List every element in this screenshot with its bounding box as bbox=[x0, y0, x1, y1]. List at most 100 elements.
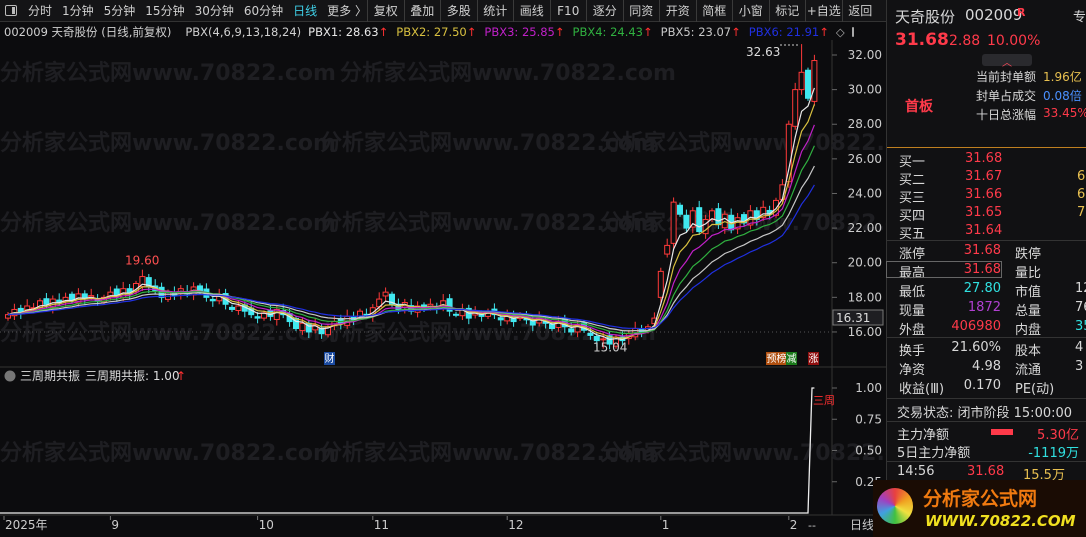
watermark: 分析家公式网www.70822.com bbox=[600, 130, 886, 156]
toolbar-button[interactable]: 叠加 bbox=[403, 0, 441, 22]
bid-price: 31.67 bbox=[965, 169, 1003, 184]
up-arrow-icon: ↑ bbox=[731, 24, 741, 39]
period-label[interactable]: 日线 bbox=[850, 518, 874, 532]
price-tick-label: 24.00 bbox=[848, 186, 882, 200]
seal-value: 1.96亿 bbox=[1043, 70, 1082, 84]
signal-tag: 三周 bbox=[813, 394, 835, 407]
pbx-value: PBX5: 23.07↑ bbox=[661, 25, 741, 39]
collapse-icon[interactable] bbox=[4, 370, 16, 382]
period-tab[interactable]: 更多 〉 bbox=[322, 2, 372, 19]
trading-status: 交易状态: 闭市阶段 15:00:00 bbox=[897, 406, 1073, 421]
candle bbox=[677, 202, 683, 217]
tick-time: 14:56 bbox=[897, 464, 935, 479]
board-label: 首板 bbox=[905, 99, 933, 115]
stat-value: 35 bbox=[1075, 319, 1086, 334]
period-tab[interactable]: 日线 bbox=[288, 2, 322, 19]
logo-title: 分析家公式网 bbox=[923, 488, 1038, 510]
bid-volume: 6 bbox=[1077, 169, 1086, 184]
diamond-icon[interactable]: ◇ bbox=[836, 25, 845, 39]
sub-indicator-name[interactable]: 三周期共振 bbox=[20, 369, 80, 383]
seal-value: 33.45% bbox=[1043, 106, 1086, 120]
toolbar-button[interactable]: 复权 bbox=[367, 0, 404, 22]
flow-bar bbox=[991, 429, 1013, 435]
event-tag-text: 预 bbox=[767, 353, 777, 365]
window-icon[interactable] bbox=[851, 26, 854, 37]
stat-value: 31.68 bbox=[886, 261, 1002, 278]
seal-label: 当前封单额 bbox=[976, 70, 1037, 84]
period-tab[interactable]: 15分钟 bbox=[140, 2, 189, 19]
bid-level-label: 买四 bbox=[899, 209, 926, 224]
divider bbox=[887, 421, 1086, 422]
bid-volume: 6 bbox=[1077, 187, 1086, 202]
low-annotation: 15.04 bbox=[593, 341, 627, 355]
seal-value: 0.08倍 bbox=[1043, 89, 1082, 103]
stat-value: 1872 bbox=[967, 300, 1001, 315]
high-annotation: 19.60 bbox=[125, 254, 159, 268]
pro-tab[interactable]: 专 bbox=[1073, 6, 1086, 25]
x-tick-label: 2 bbox=[790, 518, 798, 532]
period-tab[interactable]: 60分钟 bbox=[239, 2, 288, 19]
flower-logo-icon bbox=[877, 488, 913, 524]
toolbar-button[interactable]: 小窗 bbox=[732, 0, 769, 22]
x-tick-label: 2025年 bbox=[5, 518, 48, 532]
indicator-name[interactable]: PBX(4,6,9,13,18,24) bbox=[185, 25, 301, 39]
seal-label: 封单占成交 bbox=[976, 89, 1037, 103]
up-arrow-icon: ↑ bbox=[378, 24, 389, 39]
pbx-value: PBX2: 27.50↑ bbox=[396, 25, 476, 39]
stat-label: 流通 bbox=[1015, 363, 1042, 378]
axis-end-label: -- bbox=[808, 519, 816, 532]
stat-label: 内盘 bbox=[1015, 323, 1042, 338]
bid-level-label: 买一 bbox=[899, 155, 926, 170]
candle bbox=[811, 54, 818, 106]
price-tick-label: 18.00 bbox=[848, 290, 882, 304]
pbx-label: PBX2: 27.50 bbox=[396, 24, 467, 39]
up-arrow-icon: ↑ bbox=[466, 24, 477, 39]
stat-value: 4 bbox=[1075, 340, 1084, 355]
stat-value: 21.60% bbox=[951, 340, 1001, 355]
toolbar-button[interactable]: 开资 bbox=[659, 0, 696, 22]
toolbar-button[interactable]: +自选 bbox=[805, 0, 842, 22]
expand-icon[interactable]: ︿ bbox=[982, 54, 1032, 69]
chart-title: 002009 天奇股份 (日线,前复权) bbox=[4, 24, 172, 39]
candle bbox=[792, 82, 799, 130]
stat-value: 76 bbox=[1075, 300, 1086, 315]
toolbar-button[interactable]: 画线 bbox=[513, 0, 550, 22]
stat-value: 27.80 bbox=[963, 281, 1001, 296]
flow-value: -1119万 bbox=[1028, 446, 1079, 461]
watermark: 分析家公式网www.70822.com bbox=[0, 210, 336, 236]
pbx-label: PBX6: 21.91 bbox=[748, 24, 820, 39]
pbx-label: PBX4: 24.43 bbox=[572, 24, 644, 39]
pbx-value: PBX3: 25.85↑ bbox=[484, 25, 564, 39]
stat-value: 31.68 bbox=[963, 243, 1001, 258]
toolbar-button[interactable]: 标记 bbox=[768, 0, 806, 22]
bid-price: 31.66 bbox=[965, 187, 1003, 202]
indicator-header: 002009 天奇股份 (日线,前复权) PBX(4,6,9,13,18,24)… bbox=[0, 23, 854, 40]
stat-label: 量比 bbox=[1015, 266, 1042, 281]
toolbar-button[interactable]: 同资 bbox=[622, 0, 660, 22]
stat-value: 406980 bbox=[951, 319, 1001, 334]
stat-value: 0.170 bbox=[963, 378, 1001, 393]
price-tick-label: 26.00 bbox=[848, 152, 882, 166]
bid-price: 31.64 bbox=[965, 223, 1003, 238]
sidebar-toggle-icon[interactable] bbox=[5, 5, 17, 16]
price-change-pct: 10.00% bbox=[987, 33, 1041, 49]
watermark: 分析家公式网www.70822.com bbox=[0, 130, 336, 156]
period-tab[interactable]: 30分钟 bbox=[190, 2, 239, 19]
toolbar-button[interactable]: 多股 bbox=[440, 0, 477, 22]
toolbar-button[interactable]: 简框 bbox=[695, 0, 733, 22]
watermark: 分析家公式网www.70822.com bbox=[340, 60, 676, 86]
kline-chart[interactable]: 分析家公式网www.70822.com 分析家公式网www.70822.com 分析… bbox=[0, 40, 886, 537]
toolbar-button[interactable]: 逐分 bbox=[586, 0, 623, 22]
period-tab[interactable]: 分时 bbox=[23, 2, 57, 19]
period-tab[interactable]: 5分钟 bbox=[99, 2, 141, 19]
up-arrow-icon: ↑ bbox=[176, 369, 186, 383]
toolbar-button[interactable]: 统计 bbox=[476, 0, 514, 22]
sub-tick-label: 0.75 bbox=[855, 412, 882, 426]
divider bbox=[887, 337, 1086, 338]
up-arrow-icon: ↑ bbox=[819, 24, 829, 39]
toolbar-button[interactable]: F10 bbox=[549, 0, 587, 22]
divider bbox=[887, 461, 1086, 462]
toolbar-button[interactable]: 返回 bbox=[841, 0, 879, 22]
period-tab[interactable]: 1分钟 bbox=[57, 2, 99, 19]
sub-indicator-value: 三周期共振: 1.00 bbox=[85, 369, 180, 383]
